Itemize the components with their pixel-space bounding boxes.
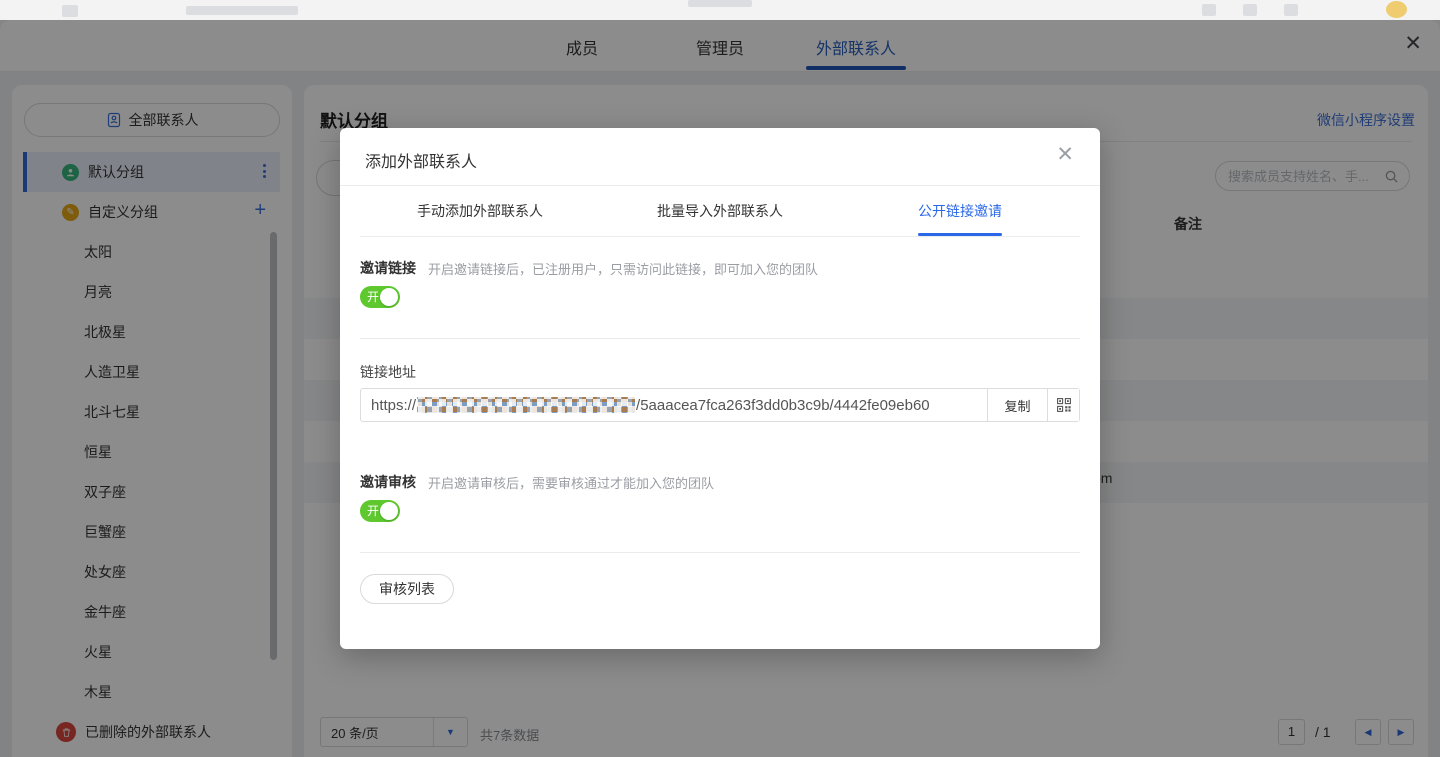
screen: 成员 管理员 外部联系人 ✕ 全部联系人 默认分组 ✎ — [0, 0, 1440, 757]
modal-tabs: 手动添加外部联系人 批量导入外部联系人 公开链接邀请 — [360, 186, 1080, 236]
divider — [360, 338, 1080, 339]
review-list-button[interactable]: 审核列表 — [360, 574, 454, 604]
invite-link-toggle[interactable]: 开 — [360, 286, 400, 308]
url-prefix: https:// — [371, 397, 416, 414]
censored-url-mosaic — [417, 397, 635, 413]
invite-link-input[interactable]: https:// /5aaacea7fca263f3dd0b3c9b/4442fe… — [361, 389, 987, 421]
invite-review-label: 邀请审核 — [360, 472, 416, 492]
copy-button[interactable]: 复制 — [987, 389, 1047, 421]
url-suffix: /5aaacea7fca263f3dd0b3c9b/4442fe09eb60 — [636, 397, 930, 414]
toggle-on-label: 开 — [367, 290, 379, 304]
topbar-remnant-icon — [62, 5, 78, 17]
toggle-knob — [380, 288, 398, 306]
avatar — [1386, 1, 1407, 18]
topbar-remnant-tab — [688, 0, 752, 7]
modal-title: 添加外部联系人 — [365, 148, 477, 172]
close-icon[interactable]: ✕ — [1056, 144, 1074, 165]
topbar-remnant-icon — [1284, 4, 1298, 16]
topbar-remnant-text — [186, 6, 298, 15]
add-external-contact-modal: 添加外部联系人 ✕ 手动添加外部联系人 批量导入外部联系人 公开链接邀请 邀请链… — [340, 128, 1100, 649]
topbar-remnant-icon — [1243, 4, 1257, 16]
invite-review-description: 开启邀请审核后，需要审核通过才能加入您的团队 — [428, 473, 714, 492]
toggle-knob — [380, 502, 398, 520]
invite-link-label: 邀请链接 — [360, 258, 416, 278]
qr-code-icon — [1056, 397, 1072, 413]
qr-code-button[interactable] — [1047, 389, 1079, 421]
invite-link-group: https:// /5aaacea7fca263f3dd0b3c9b/4442fe… — [360, 388, 1080, 422]
tab-manual-add[interactable]: 手动添加外部联系人 — [360, 186, 600, 236]
divider — [360, 552, 1080, 553]
invite-review-toggle[interactable]: 开 — [360, 500, 400, 522]
divider — [360, 236, 1080, 237]
toggle-on-label: 开 — [367, 504, 379, 518]
invite-link-description: 开启邀请链接后，已注册用户，只需访问此链接，即可加入您的团队 — [428, 259, 818, 278]
link-address-label: 链接地址 — [360, 362, 416, 382]
tab-batch-import[interactable]: 批量导入外部联系人 — [600, 186, 840, 236]
tab-public-link-invite-label: 公开链接邀请 — [918, 203, 1002, 219]
topbar-remnant-icon — [1202, 4, 1216, 16]
tab-public-link-invite[interactable]: 公开链接邀请 — [840, 186, 1080, 236]
browser-topbar-remnant — [0, 0, 1440, 20]
